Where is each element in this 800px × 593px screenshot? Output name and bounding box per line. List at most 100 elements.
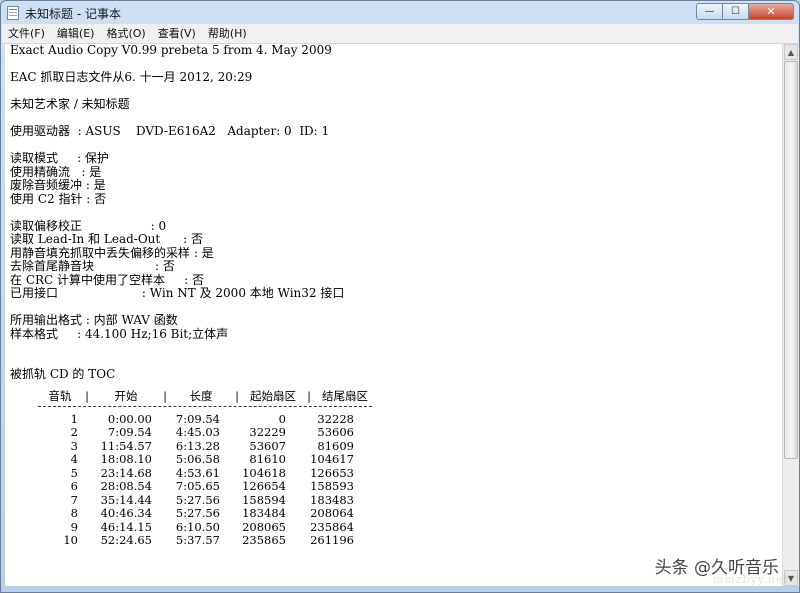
text-line	[10, 355, 344, 369]
toc-cell-track: 6	[70, 479, 78, 493]
text-line	[10, 58, 344, 72]
text-line: 用静音填充抓取中丢失偏移的采样 : 是	[10, 245, 214, 260]
toc-header-track: 音轨	[48, 389, 72, 403]
toc-cell-end-sector: 81609	[317, 438, 354, 453]
toc-cell-length: 7:09.54	[175, 411, 220, 426]
text-line	[10, 112, 344, 126]
toc-header-length: 长度	[189, 389, 213, 403]
toc-cell-start: 52:24.65	[100, 533, 152, 547]
toc-cell-start: 40:46.34	[100, 506, 152, 520]
toc-cell-start-sector: 0	[278, 411, 286, 426]
scroll-thumb[interactable]	[784, 61, 798, 459]
minimize-button[interactable]: —	[696, 3, 723, 20]
toc-cell-length: 5:37.57	[175, 533, 220, 547]
toc-cell-end-sector: 158593	[310, 479, 354, 493]
title-bar[interactable]: 未知标题 - 记事本 — ☐ ✕	[1, 1, 799, 24]
toc-cell-length: 5:06.58	[175, 452, 220, 466]
notepad-icon	[7, 6, 19, 20]
text-line: 样本格式 : 44.100 Hz;16 Bit;立体声	[10, 326, 229, 341]
toc-cell-track: 7	[70, 492, 78, 507]
text-line	[10, 301, 344, 315]
text-line: 在 CRC 计算中使用了空样本 : 否	[10, 272, 204, 287]
text-line: 读取 Lead-In 和 Lead-Out : 否	[10, 232, 203, 246]
toc-cell-track: 1	[70, 411, 78, 426]
log-text: Exact Audio Copy V0.99 prebeta 5 from 4.…	[10, 44, 344, 382]
toc-header-start-sector: 起始扇区	[250, 389, 296, 403]
toc-row: 1 0:00.00 7:09.54 0 32228	[10, 411, 376, 427]
toc-cell-length: 4:45.03	[175, 425, 220, 439]
toc-cell-start: 35:14.44	[100, 492, 152, 507]
toc-row: 2 7:09.54 4:45.03 32229 53606	[10, 425, 376, 440]
toc-cell-start: 7:09.54	[107, 425, 152, 439]
window-controls: — ☐ ✕	[696, 3, 794, 21]
toc-row: 4 18:08.10 5:06.58 81610 104617	[10, 452, 376, 467]
toc-cell-track: 8	[70, 506, 78, 520]
toc-cell-start: 46:14.15	[100, 519, 152, 534]
toc-cell-end-sector: 126653	[310, 465, 354, 480]
toc-cell-end-sector: 208064	[310, 506, 354, 520]
text-line	[10, 341, 344, 355]
text-line: 已用接口 : Win NT 及 2000 本地 Win32 接口	[10, 286, 345, 300]
toc-cell-start-sector: 104618	[242, 465, 286, 480]
text-line: 所用输出格式 : 内部 WAV 函数	[10, 313, 178, 327]
toc-header-end-sector: 结尾扇区	[322, 389, 368, 403]
toc-cell-start-sector: 158594	[242, 492, 286, 507]
menu-file[interactable]: 文件(F)	[2, 24, 51, 43]
scroll-up-icon[interactable]: ▲	[784, 44, 798, 60]
menu-format[interactable]: 格式(O)	[100, 24, 151, 43]
toc-cell-start-sector: 126654	[242, 479, 286, 493]
text-line	[10, 206, 344, 220]
notepad-window: 未知标题 - 记事本 — ☐ ✕ 文件(F) 编辑(E) 格式(O) 查看(V)…	[0, 0, 800, 593]
toc-cell-length: 6:13.28	[175, 438, 220, 453]
toc-sep: |	[307, 389, 311, 403]
toc-sep: |	[85, 389, 89, 403]
toc-sep: |	[235, 389, 239, 403]
text-editor-area[interactable]: Exact Audio Copy V0.99 prebeta 5 from 4.…	[5, 44, 782, 586]
toc-cell-start: 23:14.68	[100, 465, 152, 480]
text-line: 去除首尾静音块 : 否	[10, 259, 175, 273]
vertical-scrollbar[interactable]: ▲ ▼	[782, 44, 799, 586]
toc-cell-start: 28:08.54	[100, 479, 152, 493]
toc-row: 7 35:14.44 5:27.56 158594 183483	[10, 492, 376, 508]
toc-cell-start-sector: 53607	[249, 438, 286, 453]
toc-cell-start: 18:08.10	[100, 452, 152, 466]
window-title: 未知标题 - 记事本	[25, 7, 121, 21]
toc-cell-track: 4	[70, 452, 78, 466]
menu-edit[interactable]: 编辑(E)	[51, 24, 101, 43]
toc-row: 10 52:24.65 5:37.57 235865 261196	[10, 533, 376, 548]
toc-cell-end-sector: 104617	[310, 452, 354, 466]
toc-header-start: 开始	[114, 389, 138, 403]
text-line: 使用驱动器 : ASUS DVD-E616A2 Adapter: 0 ID: 1	[10, 124, 330, 138]
toc-cell-track: 5	[70, 465, 78, 480]
text-line: 使用 C2 指针 : 否	[10, 191, 107, 206]
text-line: 读取模式 : 保护	[10, 151, 109, 165]
toc-cell-start: 11:54.57	[100, 438, 152, 453]
close-button[interactable]: ✕	[749, 3, 794, 20]
text-line	[10, 85, 344, 99]
toc-cell-length: 7:05.65	[175, 479, 220, 493]
toc-cell-length: 6:10.50	[175, 519, 220, 534]
toc-row: 6 28:08.54 7:05.65 126654 158593	[10, 479, 376, 494]
toc-cell-length: 4:53.61	[175, 465, 220, 480]
toc-cell-track: 10	[63, 533, 78, 547]
toc-row: 3 11:54.57 6:13.28 53607 81609	[10, 438, 376, 454]
menu-help[interactable]: 帮助(H)	[202, 24, 253, 43]
toc-cell-start-sector: 32229	[249, 425, 286, 439]
menu-view[interactable]: 查看(V)	[152, 24, 202, 43]
toc-cell-length: 5:27.56	[175, 506, 220, 520]
toc-cell-length: 5:27.56	[175, 492, 220, 507]
toc-row: 5 23:14.68 4:53.61 104618 126653	[10, 465, 376, 481]
toc-row: 9 46:14.15 6:10.50 208065 235864	[10, 519, 376, 535]
text-line: Exact Audio Copy V0.99 prebeta 5 from 4.…	[10, 44, 332, 57]
text-line: 废除音频缓冲 : 是	[10, 178, 106, 192]
toc-cell-track: 2	[70, 425, 78, 439]
toc-cell-end-sector: 53606	[317, 425, 354, 439]
toc-row: 8 40:46.34 5:27.56 183484 208064	[10, 506, 376, 521]
watermark: 头条 @久听音乐	[654, 558, 779, 578]
text-line: EAC 抓取日志文件从6. 十一月 2012, 20:29	[10, 70, 253, 84]
toc-cell-start-sector: 235865	[242, 533, 286, 547]
maximize-button[interactable]: ☐	[723, 3, 749, 20]
toc-cell-track: 3	[70, 438, 78, 453]
toc-cell-end-sector: 183483	[310, 492, 354, 507]
text-line: 使用精确流 : 是	[10, 164, 102, 179]
